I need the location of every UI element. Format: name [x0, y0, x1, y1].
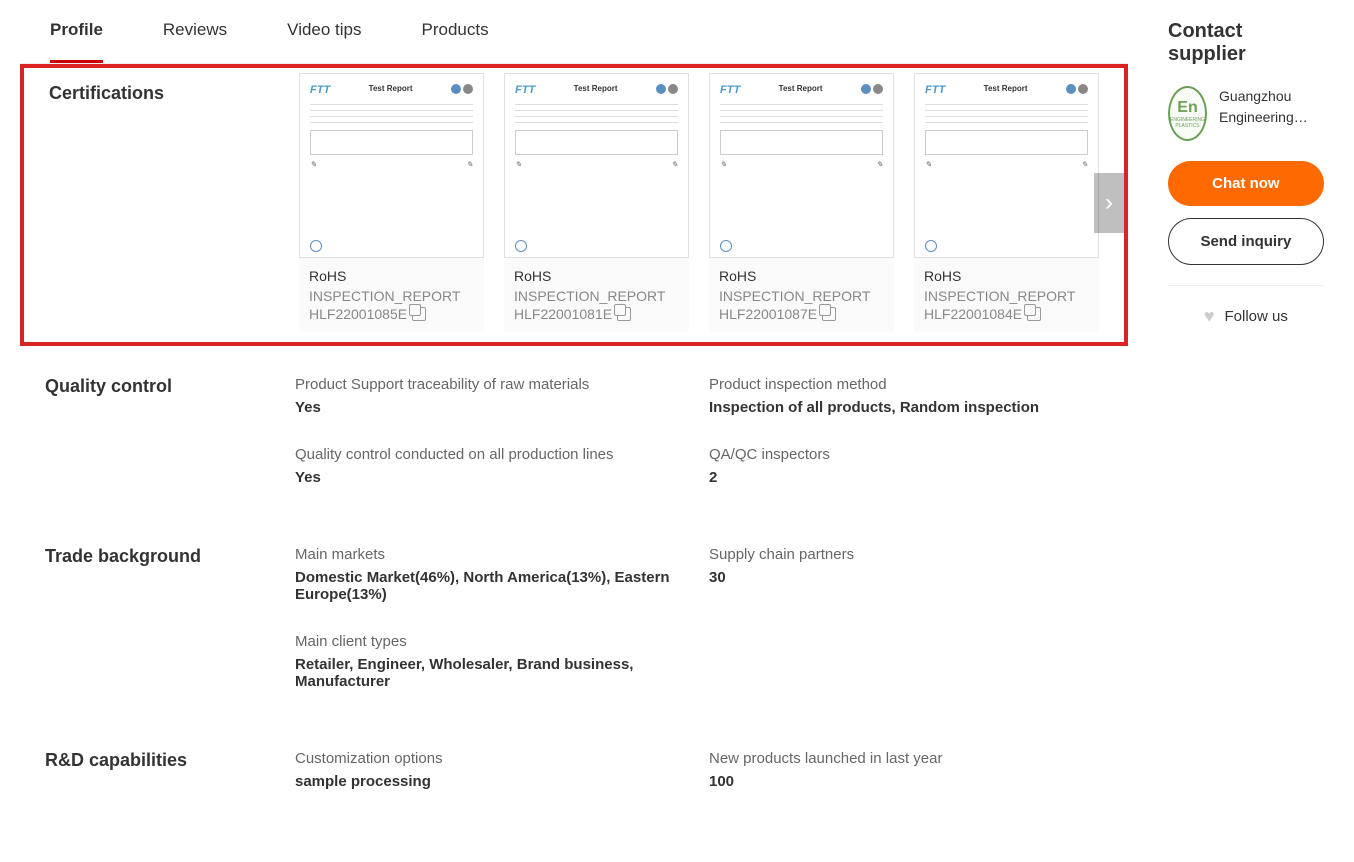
- cert-brand-logo: FTT: [925, 84, 945, 96]
- stamp-icon: [310, 240, 322, 252]
- cert-type: RoHS: [309, 268, 474, 284]
- cert-report-label: Test Report: [574, 84, 618, 93]
- follow-us-button[interactable]: ♥ Follow us: [1168, 306, 1324, 327]
- cert-report-label: Test Report: [984, 84, 1028, 93]
- info-label: Quality control conducted on all product…: [295, 446, 689, 463]
- cert-type: RoHS: [719, 268, 884, 284]
- tab-profile[interactable]: Profile: [50, 20, 103, 63]
- cert-report-label: Test Report: [779, 84, 823, 93]
- info-label: Product inspection method: [709, 376, 1103, 393]
- cert-name: INSPECTION_REPORT: [309, 288, 474, 304]
- info-item: Main markets Domestic Market(46%), North…: [295, 546, 689, 603]
- info-item: Product Support traceability of raw mate…: [295, 376, 689, 416]
- cert-prev-arrow[interactable]: ‹: [294, 173, 324, 233]
- supplier-logo-sub: ENGINEERING PLASTICS: [1170, 117, 1205, 129]
- info-item: Product inspection method Inspection of …: [709, 376, 1103, 416]
- cert-code: HLF22001085E: [309, 306, 407, 322]
- follow-text: Follow us: [1225, 308, 1288, 325]
- cert-code: HLF22001087E: [719, 306, 817, 322]
- cert-name: INSPECTION_REPORT: [719, 288, 884, 304]
- copy-icon[interactable]: [617, 307, 631, 321]
- sidebar-title: Contact supplier: [1168, 20, 1324, 66]
- info-item: Customization options sample processing: [295, 750, 689, 791]
- chat-now-button[interactable]: Chat now: [1168, 161, 1324, 206]
- tab-video-tips[interactable]: Video tips: [287, 20, 361, 63]
- supplier-info: En ENGINEERING PLASTICS Guangzhou Engine…: [1168, 86, 1324, 141]
- certifications-list: ‹ › FTT Test Report ✎✎: [299, 73, 1099, 332]
- info-label: QA/QC inspectors: [709, 446, 1103, 463]
- rd-capabilities-section: R&D capabilities Customization options s…: [20, 720, 1128, 821]
- rd-capabilities-title: R&D capabilities: [45, 750, 295, 771]
- divider: [1168, 285, 1324, 286]
- cert-brand-logo: FTT: [310, 84, 330, 96]
- tab-products[interactable]: Products: [422, 20, 489, 63]
- info-item: QA/QC inspectors 2: [709, 446, 1103, 486]
- info-item: Quality control conducted on all product…: [295, 446, 689, 486]
- info-label: Customization options: [295, 750, 689, 767]
- trade-background-section: Trade background Main markets Domestic M…: [20, 516, 1128, 720]
- info-item: New products launched in last year 100: [709, 750, 1103, 791]
- info-value: 2: [709, 469, 1103, 486]
- cert-name: INSPECTION_REPORT: [514, 288, 679, 304]
- tab-reviews[interactable]: Reviews: [163, 20, 227, 63]
- info-label: New products launched in last year: [709, 750, 1103, 767]
- quality-control-section: Quality control Product Support traceabi…: [20, 346, 1128, 516]
- copy-icon[interactable]: [412, 307, 426, 321]
- cert-brand-logo: FTT: [515, 84, 535, 96]
- stamp-icon: [925, 240, 937, 252]
- cert-image: FTT Test Report ✎✎: [914, 73, 1099, 258]
- stamp-icon: [515, 240, 527, 252]
- tabs-bar: Profile Reviews Video tips Products: [20, 0, 1128, 64]
- supplier-name: Guangzhou Engineering…: [1219, 86, 1324, 128]
- cert-badges: [656, 84, 678, 94]
- cert-name: INSPECTION_REPORT: [924, 288, 1089, 304]
- copy-icon[interactable]: [822, 307, 836, 321]
- cert-card[interactable]: FTT Test Report ✎✎ RoHS INSPECTION_REPOR…: [914, 73, 1099, 332]
- info-value: Retailer, Engineer, Wholesaler, Brand bu…: [295, 656, 689, 690]
- info-label: Supply chain partners: [709, 546, 1103, 563]
- info-value: Yes: [295, 399, 689, 416]
- cert-image: FTT Test Report ✎✎: [504, 73, 689, 258]
- copy-icon[interactable]: [1027, 307, 1041, 321]
- contact-sidebar: Contact supplier En ENGINEERING PLASTICS…: [1148, 0, 1344, 347]
- info-item: Main client types Retailer, Engineer, Wh…: [295, 633, 689, 690]
- cert-report-label: Test Report: [369, 84, 413, 93]
- cert-badges: [861, 84, 883, 94]
- info-value: 100: [709, 773, 1103, 790]
- stamp-icon: [720, 240, 732, 252]
- heart-icon: ♥: [1204, 306, 1215, 327]
- trade-background-title: Trade background: [45, 546, 295, 670]
- info-label: Main markets: [295, 546, 689, 563]
- cert-code: HLF22001084E: [924, 306, 1022, 322]
- main-content: Profile Reviews Video tips Products Cert…: [20, 0, 1128, 821]
- info-label: Product Support traceability of raw mate…: [295, 376, 689, 393]
- info-label: Main client types: [295, 633, 689, 650]
- cert-card[interactable]: FTT Test Report ✎✎ RoHS INSPECTION_REPOR…: [504, 73, 689, 332]
- quality-control-title: Quality control: [45, 376, 295, 466]
- cert-brand-logo: FTT: [720, 84, 740, 96]
- send-inquiry-button[interactable]: Send inquiry: [1168, 218, 1324, 265]
- info-item: Supply chain partners 30: [709, 546, 1103, 603]
- certifications-section: Certifications ‹ › FTT Test Report: [20, 64, 1128, 346]
- supplier-logo-main: En: [1177, 99, 1197, 117]
- cert-type: RoHS: [514, 268, 679, 284]
- cert-card[interactable]: FTT Test Report ✎✎ RoHS INSPECTION_REPOR…: [709, 73, 894, 332]
- cert-badges: [1066, 84, 1088, 94]
- info-value: 30: [709, 569, 1103, 586]
- cert-next-arrow[interactable]: ›: [1094, 173, 1124, 233]
- cert-code: HLF22001081E: [514, 306, 612, 322]
- cert-card[interactable]: FTT Test Report ✎✎ RoHS INSPECTION_REPOR…: [299, 73, 484, 332]
- supplier-logo: En ENGINEERING PLASTICS: [1168, 86, 1207, 141]
- cert-image: FTT Test Report ✎✎: [299, 73, 484, 258]
- cert-badges: [451, 84, 473, 94]
- info-value: Domestic Market(46%), North America(13%)…: [295, 569, 689, 603]
- info-value: sample processing: [295, 773, 689, 790]
- info-value: Yes: [295, 469, 689, 486]
- certifications-title: Certifications: [49, 73, 269, 332]
- info-value: Inspection of all products, Random inspe…: [709, 399, 1103, 416]
- cert-type: RoHS: [924, 268, 1089, 284]
- cert-image: FTT Test Report ✎✎: [709, 73, 894, 258]
